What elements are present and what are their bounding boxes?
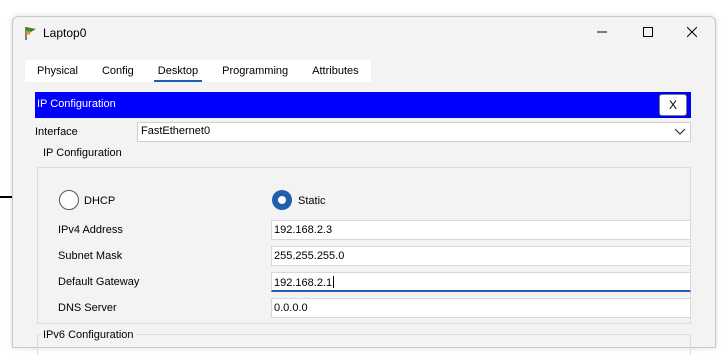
chevron-down-icon <box>674 128 686 135</box>
tab-bar: Physical Config Desktop Programming Attr… <box>25 60 371 82</box>
window-title: Laptop0 <box>43 26 87 40</box>
static-radio[interactable] <box>272 190 292 210</box>
subnet-mask-input[interactable]: 255.255.255.0 <box>271 246 691 266</box>
default-gateway-text: 192.168.2.1 <box>274 276 335 289</box>
subnet-mask-label: Subnet Mask <box>58 250 123 262</box>
ipconfig-header: IP Configuration X <box>35 92 691 118</box>
ipconfig-header-title: IP Configuration <box>37 98 116 110</box>
subnet-mask-value: 255.255.255.0 <box>274 250 345 262</box>
close-window-button[interactable] <box>669 17 715 47</box>
ip-configuration-section-title: IP Configuration <box>43 147 122 159</box>
dhcp-radio[interactable] <box>59 190 79 210</box>
default-gateway-input[interactable]: 192.168.2.1 <box>271 272 691 292</box>
text-caret <box>333 276 335 288</box>
minimize-icon <box>597 31 607 33</box>
interface-select[interactable]: FastEthernet0 <box>137 122 691 142</box>
tab-physical[interactable]: Physical <box>25 60 90 82</box>
tab-config[interactable]: Config <box>90 60 146 82</box>
dns-server-value: 0.0.0.0 <box>274 302 308 314</box>
dhcp-label: DHCP <box>84 195 116 207</box>
maximize-icon <box>643 27 653 37</box>
ip-configuration-group: DHCP Static IPv4 Address 192.168.2.3 Sub… <box>37 167 691 324</box>
static-label: Static <box>298 195 326 207</box>
default-gateway-value: 192.168.2.1 <box>274 277 333 289</box>
dns-server-input[interactable]: 0.0.0.0 <box>271 298 691 318</box>
ipv4-address-label: IPv4 Address <box>58 224 123 236</box>
ipv6-configuration-section-title: IPv6 Configuration <box>41 329 136 341</box>
interface-label: Interface <box>35 126 78 138</box>
tab-programming[interactable]: Programming <box>210 60 300 82</box>
interface-select-value: FastEthernet0 <box>141 125 211 137</box>
default-gateway-label: Default Gateway <box>58 276 140 288</box>
background-line <box>0 196 12 198</box>
title-bar: Laptop0 <box>13 17 715 47</box>
desktop-panel: IP Configuration X Interface FastEtherne… <box>25 82 705 355</box>
ipv4-address-input[interactable]: 192.168.2.3 <box>271 220 691 240</box>
minimize-button[interactable] <box>579 17 625 47</box>
tab-attributes[interactable]: Attributes <box>300 60 370 82</box>
tab-desktop[interactable]: Desktop <box>146 60 210 82</box>
maximize-button[interactable] <box>625 17 671 47</box>
app-window: Laptop0 Physical Config Desktop Programm… <box>12 16 716 355</box>
dns-server-label: DNS Server <box>58 302 117 314</box>
ipconfig-close-button[interactable]: X <box>659 94 687 116</box>
laptop-app-icon <box>25 27 36 40</box>
ipv4-address-value: 192.168.2.3 <box>274 224 333 236</box>
close-icon <box>687 27 697 37</box>
